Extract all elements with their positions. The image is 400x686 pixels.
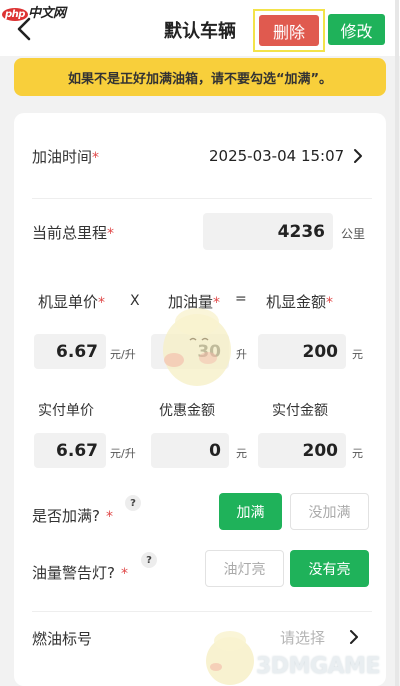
full-tank-label-group: 是否加满? *	[32, 505, 113, 526]
paid-price-label: 实付单价	[38, 403, 94, 419]
multiply-sign: X	[130, 293, 140, 309]
paid-price-unit: 元/升	[110, 447, 136, 460]
required-mark: *	[107, 226, 115, 242]
odometer-row: 当前总里程*	[32, 222, 114, 243]
paid-amount-unit: 元	[352, 447, 363, 460]
odometer-unit: 公里	[341, 227, 366, 241]
machine-price-unit: 元/升	[110, 348, 136, 361]
fuel-grade-label: 燃油标号	[32, 630, 93, 648]
refuel-time-row[interactable]: 加油时间*	[32, 146, 99, 167]
paid-amount-label: 实付金额	[272, 403, 328, 419]
help-icon[interactable]: ?	[141, 552, 157, 568]
scrollbar[interactable]	[394, 0, 400, 686]
discount-unit: 元	[236, 447, 247, 460]
divider	[32, 611, 372, 612]
chevron-right-icon[interactable]	[352, 148, 364, 164]
required-mark: *	[105, 509, 113, 525]
delete-button-label[interactable]: 删除	[259, 15, 319, 46]
warning-light-off-option[interactable]: 没有亮	[290, 550, 369, 587]
mascot-watermark-icon	[206, 631, 254, 685]
refuel-time-label: 加油时间	[32, 148, 93, 166]
divider	[32, 198, 372, 199]
mascot-watermark-icon	[163, 308, 231, 386]
refuel-form: 加油时间* 2025-03-04 15:07 当前总里程* 4236 公里 机显…	[14, 113, 386, 686]
machine-price-label: 机显单价	[38, 293, 99, 311]
3dmgame-watermark: 3DMGAME	[256, 654, 380, 679]
back-button[interactable]	[14, 16, 36, 42]
refuel-time-value[interactable]: 2025-03-04 15:07	[209, 147, 344, 165]
machine-amount-label-group: 机显金额*	[266, 291, 333, 312]
machine-price-label-group: 机显单价*	[38, 291, 105, 312]
warning-light-label-group: 油量警告灯? *	[32, 562, 128, 583]
paid-amount-input[interactable]: 200	[258, 433, 346, 468]
notice-banner: 如果不是正好加满油箱，请不要勾选“加满”。	[14, 58, 386, 96]
edit-button[interactable]: 修改	[328, 14, 385, 45]
full-tank-no-option[interactable]: 没加满	[290, 493, 369, 530]
fuel-grade-select[interactable]: 请选择	[280, 627, 325, 648]
full-tank-label: 是否加满?	[32, 507, 100, 525]
machine-price-input[interactable]: 6.67	[34, 334, 106, 369]
delete-button[interactable]: 删除	[253, 9, 325, 52]
discount-input[interactable]: 0	[151, 433, 229, 468]
required-mark: *	[98, 295, 106, 311]
full-tank-yes-option[interactable]: 加满	[219, 493, 282, 530]
machine-amount-input[interactable]: 200	[258, 334, 346, 369]
required-mark: *	[326, 295, 334, 311]
machine-amount-unit: 元	[352, 348, 363, 361]
discount-label: 优惠金额	[159, 403, 215, 419]
required-mark: *	[120, 566, 128, 582]
machine-amount-label: 机显金额	[266, 293, 327, 311]
chevron-left-icon	[17, 17, 31, 41]
required-mark: *	[92, 150, 100, 166]
odometer-input[interactable]: 4236	[203, 213, 333, 250]
chevron-right-icon[interactable]	[348, 629, 360, 645]
help-icon[interactable]: ?	[125, 495, 141, 511]
paid-price-input[interactable]: 6.67	[34, 433, 106, 468]
header-bar: php 中文网 默认车辆 删除 修改	[0, 0, 400, 56]
warning-light-label: 油量警告灯?	[32, 564, 115, 582]
warning-light-on-option[interactable]: 油灯亮	[205, 550, 284, 587]
odometer-label: 当前总里程	[32, 224, 108, 242]
